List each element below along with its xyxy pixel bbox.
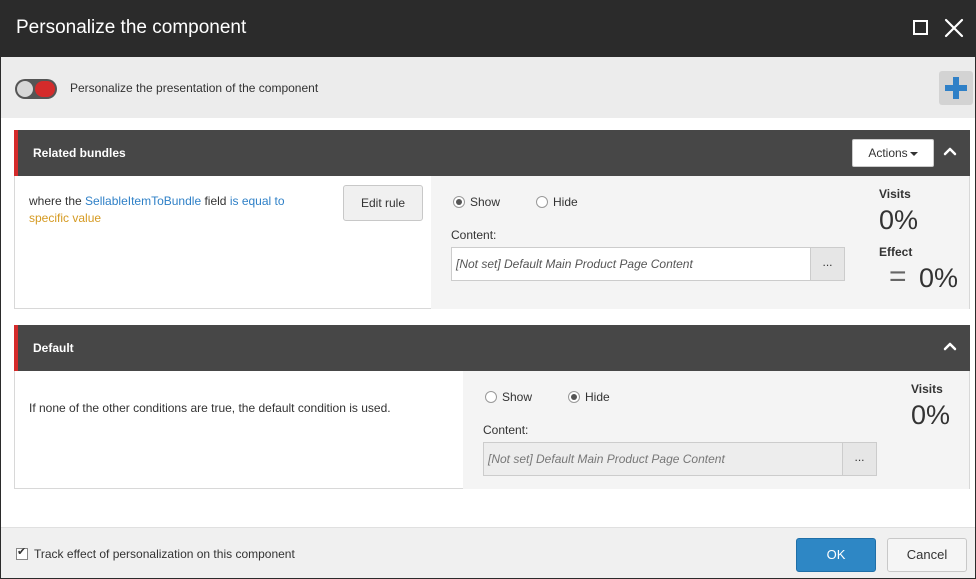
title-bar: Personalize the component xyxy=(1,1,975,57)
default-condition-text: If none of the other conditions are true… xyxy=(29,401,391,415)
personalize-dialog: Personalize the component Personalize th… xyxy=(0,0,976,579)
effect-value: 0% xyxy=(919,263,959,293)
rule-body: where the SellableItemToBundle field is … xyxy=(15,176,969,309)
content-field: [Not set] Default Main Product Page Cont… xyxy=(483,442,877,476)
content-field[interactable]: [Not set] Default Main Product Page Cont… xyxy=(451,247,845,281)
caret-down-icon xyxy=(909,151,918,156)
rule-content-pane: Show Hide Content: [Not set] Default Mai… xyxy=(431,176,969,309)
visits-value: 0% xyxy=(911,400,951,430)
effect-equal-icon: = xyxy=(889,260,907,293)
content-label: Content: xyxy=(451,228,497,242)
rule-default: Default If none of the other conditions … xyxy=(14,325,970,489)
browse-content-button[interactable]: ... xyxy=(810,248,844,280)
personalize-toggle-label: Personalize the presentation of the comp… xyxy=(70,81,319,95)
effect-label: Effect xyxy=(879,245,913,259)
browse-content-button[interactable]: ... xyxy=(842,443,876,475)
chevron-up-icon[interactable] xyxy=(940,337,960,357)
rule-body: If none of the other conditions are true… xyxy=(15,371,969,489)
content-label: Content: xyxy=(483,423,529,437)
cancel-button[interactable]: Cancel xyxy=(887,538,967,572)
personalize-toggle-row: Personalize the presentation of the comp… xyxy=(1,57,975,118)
close-icon[interactable] xyxy=(943,17,965,39)
dialog-footer: ✔ Track effect of personalization on thi… xyxy=(1,527,975,578)
rule-related-bundles: Related bundles Actions where the Sellab… xyxy=(14,130,970,309)
condition-field-link[interactable]: SellableItemToBundle xyxy=(85,194,201,208)
actions-label: Actions xyxy=(868,146,908,160)
rule-name: Default xyxy=(33,341,74,355)
rule-content-pane: Show Hide Content: [Not set] Default Mai… xyxy=(463,371,969,489)
personalize-toggle[interactable] xyxy=(15,79,57,99)
actions-dropdown-button[interactable]: Actions xyxy=(852,139,934,167)
visits-label: Visits xyxy=(911,382,943,396)
edit-rule-button[interactable]: Edit rule xyxy=(343,185,423,221)
rule-condition: where the SellableItemToBundle field is … xyxy=(29,194,285,225)
ok-button[interactable]: OK xyxy=(796,538,876,572)
visits-label: Visits xyxy=(879,187,911,201)
condition-value-link[interactable]: specific value xyxy=(29,211,101,225)
track-effect-checkbox[interactable]: ✔ xyxy=(16,546,28,560)
maximize-icon[interactable] xyxy=(910,17,932,39)
rule-header: Related bundles Actions xyxy=(14,130,970,176)
add-condition-button[interactable] xyxy=(939,71,973,105)
rule-name: Related bundles xyxy=(33,146,126,160)
chevron-up-icon[interactable] xyxy=(940,142,960,162)
checkmark-icon: ✔ xyxy=(17,546,27,558)
visits-value: 0% xyxy=(879,205,919,235)
dialog-title: Personalize the component xyxy=(16,17,247,38)
rule-header: Default xyxy=(14,325,970,371)
track-effect-label: Track effect of personalization on this … xyxy=(34,547,295,561)
condition-operator-link[interactable]: is equal to xyxy=(230,194,285,208)
